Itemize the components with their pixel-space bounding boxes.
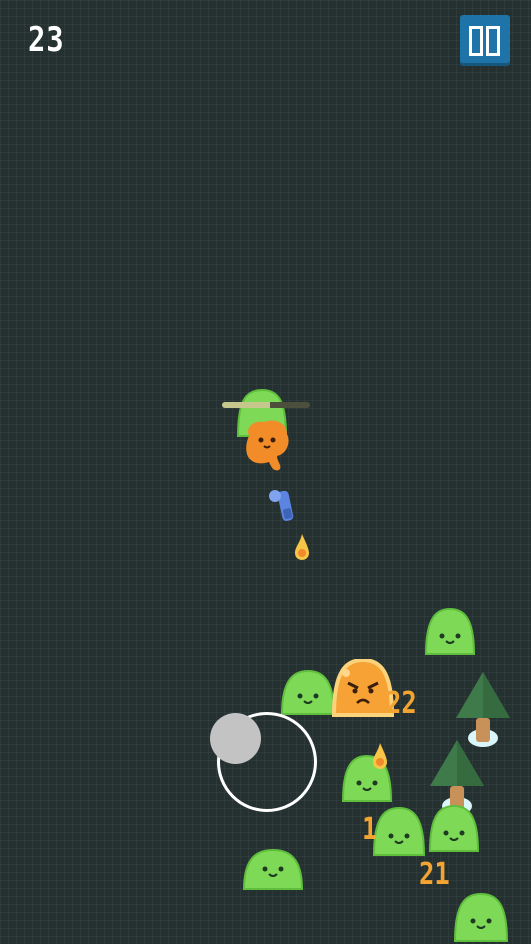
- blue-gun: [269, 490, 294, 521]
- pause-icon: [469, 26, 483, 56]
- fire-bullet: [373, 743, 387, 769]
- player-health-bar: [222, 402, 310, 408]
- pause-button[interactable]: [460, 15, 510, 66]
- player-health-fill: [222, 402, 271, 408]
- score-counter: 23: [28, 20, 65, 60]
- damage-number: 21: [419, 857, 450, 892]
- fire-bullet: [295, 534, 309, 560]
- joystick-knob[interactable]: [210, 713, 261, 764]
- player-character: [246, 420, 289, 471]
- green-slime: [242, 849, 304, 890]
- green-slime: [453, 893, 509, 942]
- damage-number: 1: [362, 812, 378, 847]
- green-slime: [372, 807, 426, 856]
- green-slime: [280, 670, 336, 715]
- angry-orange-slime: [332, 659, 394, 717]
- damage-number: 22: [386, 686, 417, 721]
- green-slime: [424, 608, 476, 655]
- green-slime: [428, 805, 480, 852]
